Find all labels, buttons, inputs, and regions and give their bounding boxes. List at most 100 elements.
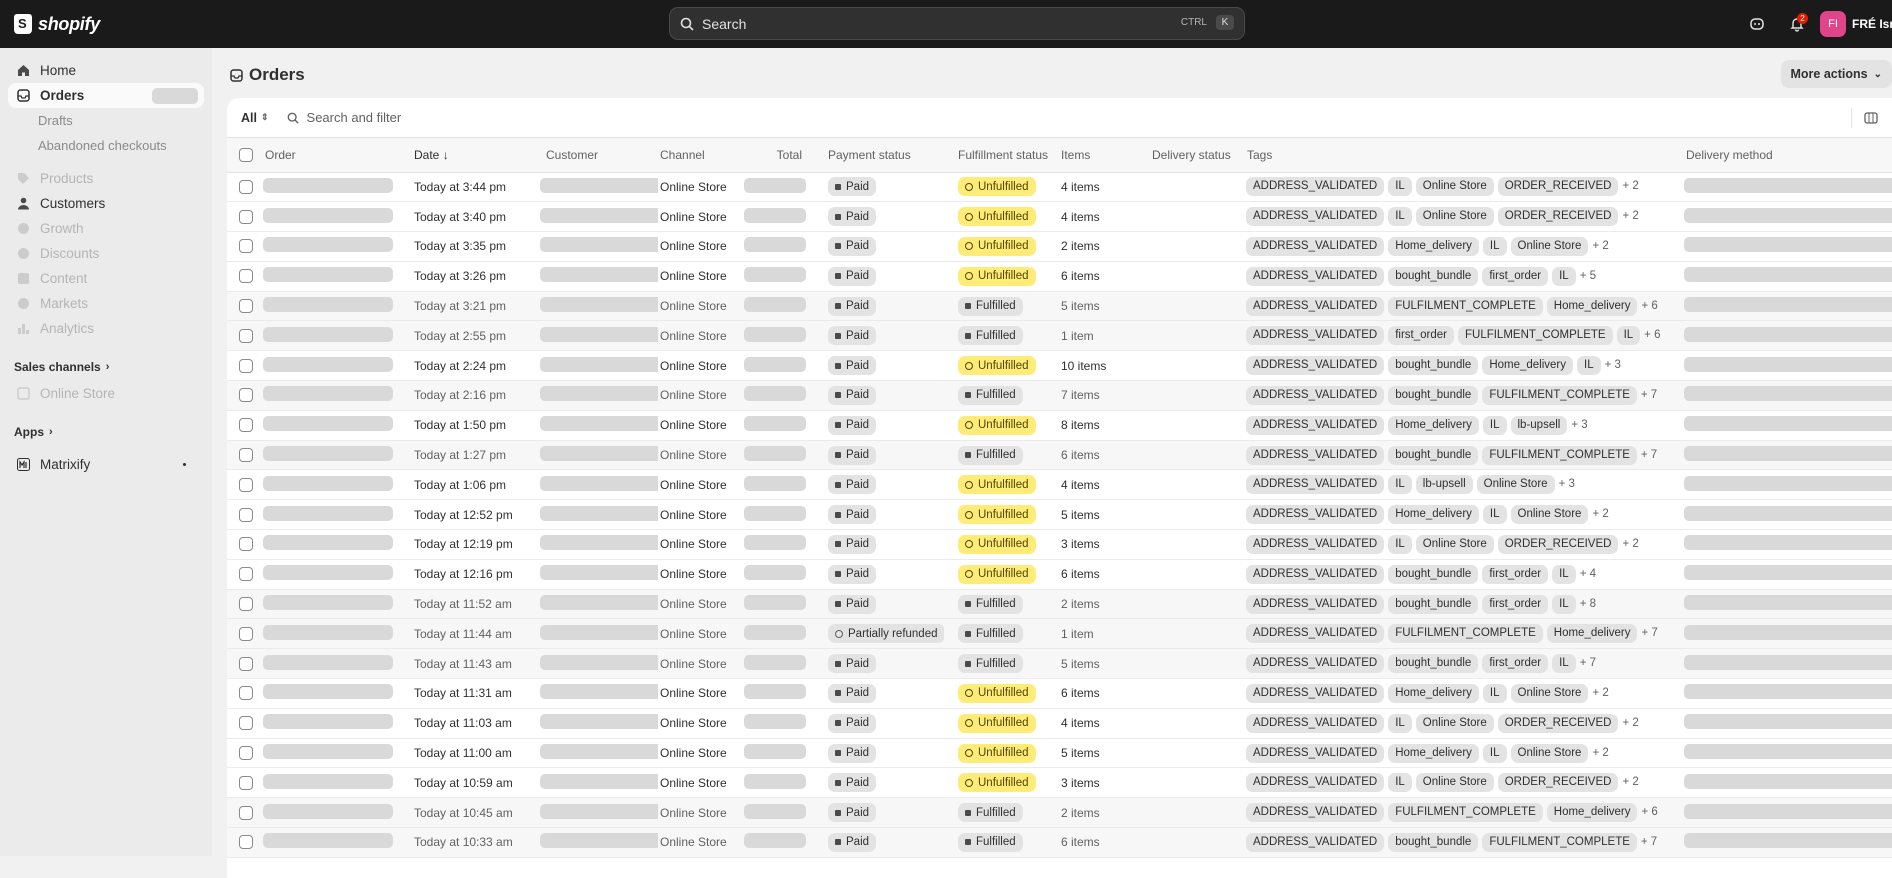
view-selector[interactable]: All ⇕ (241, 111, 269, 125)
row-checkbox[interactable] (239, 716, 253, 730)
more-tags-count[interactable]: + 2 (1622, 538, 1638, 550)
order-number-placeholder[interactable] (263, 744, 393, 759)
more-tags-count[interactable]: + 4 (1580, 568, 1596, 580)
more-tags-count[interactable]: + 2 (1592, 508, 1608, 520)
order-number-placeholder[interactable] (263, 327, 393, 342)
more-tags-count[interactable]: + 2 (1622, 717, 1638, 729)
items-count[interactable]: 2 items (1059, 798, 1152, 828)
order-number-placeholder[interactable] (263, 833, 393, 848)
sidebar-item-matrixify[interactable]: Matrixify (8, 452, 204, 477)
table-row[interactable]: Today at 3:35 pmOnline StorePaidUnfulfil… (227, 232, 1892, 262)
row-checkbox[interactable] (239, 180, 253, 194)
order-number-placeholder[interactable] (263, 416, 393, 431)
more-tags-count[interactable]: + 2 (1622, 210, 1638, 222)
items-count[interactable]: 4 items (1059, 202, 1152, 232)
order-number-placeholder[interactable] (263, 297, 393, 312)
table-row[interactable]: Today at 11:03 amOnline StorePaidUnfulfi… (227, 708, 1892, 738)
table-row[interactable]: Today at 11:52 amOnline StorePaidFulfill… (227, 589, 1892, 619)
table-row[interactable]: Today at 10:45 amOnline StorePaidFulfill… (227, 798, 1892, 828)
more-tags-count[interactable]: + 8 (1580, 598, 1596, 610)
select-all-checkbox[interactable] (239, 148, 253, 162)
order-number-placeholder[interactable] (263, 684, 393, 699)
order-number-placeholder[interactable] (263, 774, 393, 789)
table-row[interactable]: Today at 1:06 pmOnline StorePaidUnfulfil… (227, 470, 1892, 500)
order-number-placeholder[interactable] (263, 535, 393, 550)
items-count[interactable]: 10 items (1059, 351, 1152, 381)
items-count[interactable]: 6 items (1059, 261, 1152, 291)
table-row[interactable]: Today at 3:26 pmOnline StorePaidUnfulfil… (227, 261, 1892, 291)
more-tags-count[interactable]: + 7 (1641, 389, 1657, 401)
table-row[interactable]: Today at 1:27 pmOnline StorePaidFulfille… (227, 440, 1892, 470)
more-tags-count[interactable]: + 6 (1641, 300, 1657, 312)
sidekick-button[interactable] (1740, 7, 1774, 41)
items-count[interactable]: 5 items (1059, 649, 1152, 679)
more-tags-count[interactable]: + 3 (1605, 359, 1621, 371)
sidebar-item-home[interactable]: Home (8, 58, 204, 83)
col-delivery-status[interactable]: Delivery status (1152, 138, 1246, 172)
col-items[interactable]: Items (1059, 138, 1152, 172)
sidebar-item-markets[interactable]: Markets (8, 291, 204, 316)
items-count[interactable]: 2 items (1059, 589, 1152, 619)
sidebar-item-orders[interactable]: Orders (8, 83, 204, 108)
global-search-input[interactable]: Search CTRL K (669, 7, 1245, 40)
more-tags-count[interactable]: + 7 (1641, 836, 1657, 848)
more-tags-count[interactable]: + 7 (1641, 449, 1657, 461)
more-tags-count[interactable]: + 7 (1641, 627, 1657, 639)
col-total[interactable]: Total (744, 138, 814, 172)
table-row[interactable]: Today at 12:16 pmOnline StorePaidUnfulfi… (227, 559, 1892, 589)
order-number-placeholder[interactable] (263, 237, 393, 252)
table-row[interactable]: Today at 12:19 pmOnline StorePaidUnfulfi… (227, 530, 1892, 560)
row-checkbox[interactable] (239, 806, 253, 820)
avatar[interactable]: FI (1820, 11, 1846, 37)
row-checkbox[interactable] (239, 448, 253, 462)
items-count[interactable]: 5 items (1059, 291, 1152, 321)
order-number-placeholder[interactable] (263, 655, 393, 670)
table-row[interactable]: Today at 12:52 pmOnline StorePaidUnfulfi… (227, 500, 1892, 530)
sidebar-item-content[interactable]: Content (8, 266, 204, 291)
row-checkbox[interactable] (239, 567, 253, 581)
apps-header[interactable]: Apps › (8, 418, 204, 446)
more-tags-count[interactable]: + 5 (1580, 270, 1596, 282)
order-number-placeholder[interactable] (263, 506, 393, 521)
table-row[interactable]: Today at 11:43 amOnline StorePaidFulfill… (227, 649, 1892, 679)
sidebar-item-growth[interactable]: Growth (8, 216, 204, 241)
more-tags-count[interactable]: + 7 (1580, 657, 1596, 669)
columns-button[interactable] (1851, 108, 1878, 128)
row-checkbox[interactable] (239, 508, 253, 522)
sidebar-item-analytics[interactable]: Analytics (8, 316, 204, 341)
order-number-placeholder[interactable] (263, 386, 393, 401)
sidebar-item-abandoned-checkouts[interactable]: Abandoned checkouts (8, 133, 204, 158)
col-order[interactable]: Order (261, 138, 411, 172)
order-number-placeholder[interactable] (263, 714, 393, 729)
items-count[interactable]: 5 items (1059, 738, 1152, 768)
sidebar-item-discounts[interactable]: Discounts (8, 241, 204, 266)
row-checkbox[interactable] (239, 597, 253, 611)
table-row[interactable]: Today at 11:31 amOnline StorePaidUnfulfi… (227, 679, 1892, 709)
row-checkbox[interactable] (239, 478, 253, 492)
items-count[interactable]: 6 items (1059, 679, 1152, 709)
items-count[interactable]: 6 items (1059, 440, 1152, 470)
row-checkbox[interactable] (239, 269, 253, 283)
col-payment-status[interactable]: Payment status (814, 138, 944, 172)
table-row[interactable]: Today at 3:44 pmOnline StorePaidUnfulfil… (227, 172, 1892, 202)
table-row[interactable]: Today at 2:16 pmOnline StorePaidFulfille… (227, 381, 1892, 411)
row-checkbox[interactable] (239, 299, 253, 313)
more-tags-count[interactable]: + 2 (1592, 687, 1608, 699)
col-tags[interactable]: Tags (1246, 138, 1682, 172)
items-count[interactable]: 3 items (1059, 768, 1152, 798)
more-actions-button[interactable]: More actions ⌄ (1781, 60, 1892, 88)
more-tags-count[interactable]: + 6 (1644, 329, 1660, 341)
table-row[interactable]: Today at 3:21 pmOnline StorePaidFulfille… (227, 291, 1892, 321)
sidebar-item-drafts[interactable]: Drafts (8, 108, 204, 133)
row-checkbox[interactable] (239, 835, 253, 849)
table-row[interactable]: Today at 11:44 amOnline StorePartially r… (227, 619, 1892, 649)
row-checkbox[interactable] (239, 388, 253, 402)
more-tags-count[interactable]: + 2 (1592, 240, 1608, 252)
more-tags-count[interactable]: + 6 (1641, 806, 1657, 818)
row-checkbox[interactable] (239, 657, 253, 671)
row-checkbox[interactable] (239, 359, 253, 373)
items-count[interactable]: 2 items (1059, 232, 1152, 262)
order-number-placeholder[interactable] (263, 476, 393, 491)
sidebar-item-products[interactable]: Products (8, 166, 204, 191)
row-checkbox[interactable] (239, 537, 253, 551)
